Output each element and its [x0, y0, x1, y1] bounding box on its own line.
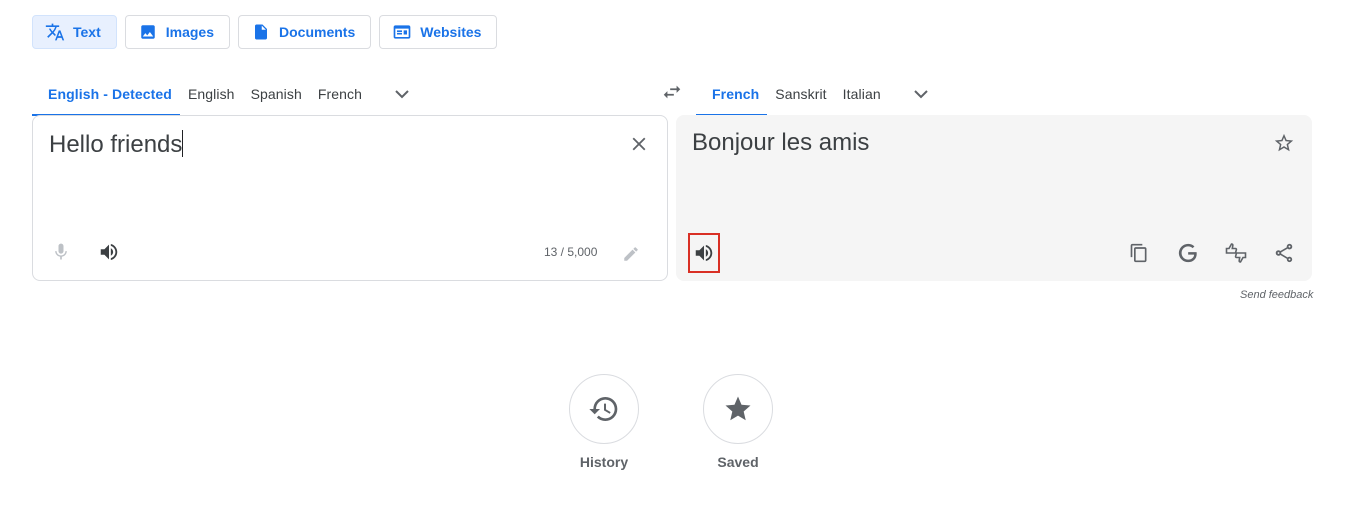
source-more-languages-button[interactable] [382, 72, 422, 116]
edit-button[interactable] [615, 238, 647, 270]
text-caret [182, 130, 184, 157]
history-label: History [579, 454, 629, 470]
target-lang-italian-label: Italian [842, 86, 881, 102]
mode-websites-button[interactable]: Websites [379, 15, 498, 49]
swap-languages-button[interactable] [656, 76, 688, 108]
mode-images-button[interactable]: Images [124, 15, 230, 49]
chevron-down-icon [395, 90, 409, 99]
translation-text: Bonjour les amis [692, 129, 870, 156]
source-text-value: Hello friends [49, 131, 183, 158]
mode-documents-label: Documents [279, 24, 356, 40]
mode-images-label: Images [165, 24, 214, 40]
source-lang-detected-label: English - Detected [48, 86, 172, 102]
share-icon [1275, 243, 1293, 263]
close-icon [632, 137, 646, 151]
clear-source-button[interactable] [623, 128, 655, 160]
saved-circle [703, 374, 773, 444]
website-icon [392, 22, 412, 42]
source-lang-french-label: French [317, 86, 363, 102]
source-lang-spanish-label: Spanish [250, 86, 302, 102]
saved-button[interactable]: Saved [688, 374, 788, 470]
source-language-bar: English - Detected English Spanish Frenc… [32, 72, 422, 116]
mode-tabs: Text Images Documents Websites [32, 15, 498, 49]
share-translation-button[interactable] [1268, 237, 1300, 269]
target-more-languages-button[interactable] [901, 72, 941, 116]
source-lang-french-tab[interactable]: French [310, 72, 370, 116]
translate-icon [45, 22, 65, 42]
history-button[interactable]: History [554, 374, 654, 470]
history-icon [589, 397, 618, 421]
source-lang-english-label: English [187, 86, 235, 102]
mode-text-button[interactable]: Text [32, 15, 117, 49]
saved-label: Saved [717, 454, 759, 470]
speaker-icon [100, 243, 118, 261]
character-counter: 13 / 5,000 [544, 245, 598, 259]
mode-documents-button[interactable]: Documents [238, 15, 372, 49]
voice-input-button[interactable] [45, 236, 77, 268]
speaker-icon [695, 244, 713, 262]
chevron-down-icon [914, 90, 928, 99]
document-icon [251, 22, 271, 42]
target-lang-french-label: French [712, 86, 760, 102]
target-lang-sanskrit-tab[interactable]: Sanskrit [767, 72, 834, 116]
star-filled-icon [725, 396, 751, 421]
history-circle [569, 374, 639, 444]
pencil-icon [624, 247, 638, 261]
swap-icon [663, 85, 681, 99]
mode-text-label: Text [73, 24, 101, 40]
copy-translation-button[interactable] [1123, 237, 1155, 269]
target-lang-french-tab[interactable]: French [696, 72, 768, 116]
target-lang-sanskrit-label: Sanskrit [775, 86, 827, 102]
source-lang-spanish-tab[interactable]: Spanish [243, 72, 310, 116]
rate-translation-button[interactable] [1220, 237, 1252, 269]
source-text-panel: Hello friends 13 / 5,000 [32, 115, 668, 281]
translation-panel: Bonjour les amis [676, 115, 1312, 281]
google-search-button[interactable] [1172, 237, 1204, 269]
google-icon [1178, 243, 1197, 263]
mode-websites-label: Websites [420, 24, 482, 40]
send-feedback-link[interactable]: Send feedback [1240, 289, 1313, 301]
star-outline-icon [1274, 133, 1294, 152]
microphone-icon [55, 243, 67, 260]
translation-listen-button[interactable] [688, 237, 720, 269]
source-lang-detected-tab[interactable]: English - Detected [32, 72, 180, 116]
target-language-bar: French Sanskrit Italian [696, 72, 941, 116]
target-lang-italian-tab[interactable]: Italian [835, 72, 889, 116]
save-translation-button[interactable] [1268, 127, 1300, 159]
image-icon [138, 22, 158, 42]
source-lang-english-tab[interactable]: English [180, 72, 243, 116]
source-text-input[interactable]: Hello friends [49, 130, 184, 159]
copy-icon [1130, 243, 1147, 263]
thumbs-up-down-icon [1225, 243, 1247, 263]
source-listen-button[interactable] [93, 236, 125, 268]
